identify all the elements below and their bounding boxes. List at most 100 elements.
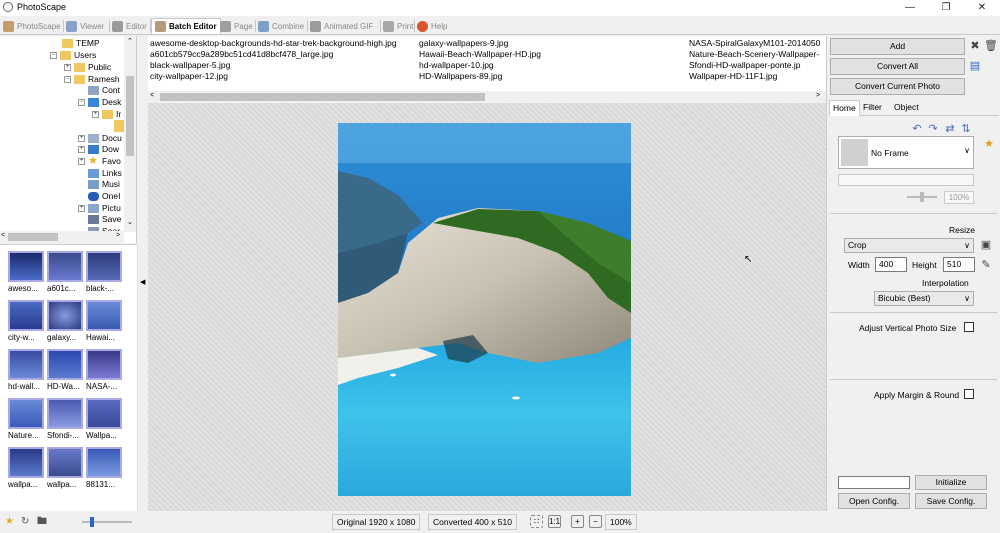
save-config-button[interactable]: Save Config. (915, 493, 987, 509)
scrollbar-thumb[interactable] (8, 233, 58, 241)
slider-knob[interactable] (920, 192, 924, 202)
tab-help[interactable]: Help (417, 18, 447, 34)
tree-item-ir[interactable]: + Ir (92, 108, 121, 120)
tab-editor[interactable]: Editor (112, 18, 147, 34)
apply-margin-checkbox[interactable] (964, 389, 974, 399)
tree-item-desktop[interactable]: − Desk (78, 96, 121, 108)
tab-filter[interactable]: Filter (860, 100, 885, 115)
tree-item-downloads[interactable]: + Dow (78, 143, 119, 155)
thumbnail-item[interactable]: galaxy... (47, 300, 85, 346)
thumbnail-item[interactable]: NASA-... (86, 349, 124, 395)
tab-viewer[interactable]: Viewer (66, 18, 104, 34)
thumbnail-item[interactable]: wallpa... (8, 447, 46, 493)
expand-icon[interactable]: + (78, 157, 85, 165)
folder-open-icon[interactable]: 🖿 (37, 516, 48, 527)
file-list-item[interactable]: Nature-Beach-Scenery-Wallpaper- (689, 49, 820, 60)
thumbnail-item[interactable]: hd-wall... (8, 349, 46, 395)
tree-item-temp[interactable]: TEMP (62, 37, 100, 49)
chevron-down-icon[interactable]: ⌄ (127, 218, 133, 226)
frame-dropdown[interactable]: No Frame ∨ (838, 136, 974, 169)
flip-vertical-icon[interactable]: ⇅ (960, 123, 972, 135)
chevron-up-icon[interactable]: ⌃ (127, 37, 133, 45)
tree-item-saved-games[interactable]: Save (88, 213, 121, 225)
resize-mode-dropdown[interactable]: Crop ∨ (844, 238, 974, 253)
tab-object[interactable]: Object (891, 100, 922, 115)
width-input[interactable]: 400 (875, 257, 907, 272)
tree-item-users[interactable]: − Users (50, 49, 96, 61)
flip-icon[interactable]: ⇄ (944, 123, 956, 135)
thumbnail-item[interactable]: HD-Wa... (47, 349, 85, 395)
close-icon[interactable]: ✕ (964, 0, 1000, 16)
file-list-item[interactable]: a601cb579cc9a289bc51cd41d8bcf478_large.j… (150, 49, 397, 60)
collapse-icon[interactable]: − (64, 75, 71, 83)
adjust-vertical-checkbox[interactable] (964, 322, 974, 332)
rotate-left-icon[interactable]: ↶ (911, 123, 923, 135)
rotate-right-icon[interactable]: ↷ (927, 123, 939, 135)
collapse-panel-icon[interactable]: ◀ (140, 278, 145, 286)
resize-options-icon[interactable]: ▣ (980, 239, 992, 251)
zoom-out-icon[interactable]: − (589, 515, 602, 528)
expand-icon[interactable]: + (78, 145, 85, 153)
tab-page[interactable]: Page (220, 18, 253, 34)
thumbnail-item[interactable]: black-... (86, 251, 124, 297)
remove-icon[interactable]: ✖ (969, 40, 981, 52)
zoom-in-icon[interactable]: + (571, 515, 584, 528)
tab-combine[interactable]: Combine (258, 18, 304, 34)
convert-current-photo-button[interactable]: Convert Current Photo (830, 78, 965, 95)
chevron-left-icon[interactable]: < (1, 232, 5, 239)
tab-home[interactable]: Home (829, 100, 860, 116)
thumbnail-item[interactable]: Nature... (8, 398, 46, 444)
preview-photo[interactable] (338, 123, 631, 496)
panel-splitter[interactable]: ◀ (137, 244, 148, 511)
tree-horizontal-scrollbar[interactable]: < > (0, 231, 124, 243)
add-button[interactable]: Add (830, 38, 965, 55)
expand-icon[interactable]: + (64, 63, 71, 71)
collapse-icon[interactable]: − (78, 98, 85, 106)
thumbnail-item[interactable]: wallpa... (47, 447, 85, 493)
tree-item-onedrive[interactable]: OneI (88, 190, 120, 202)
file-list-item[interactable]: awesome-desktop-backgrounds-hd-star-trek… (150, 38, 397, 49)
tab-print[interactable]: Print (383, 18, 413, 34)
file-list-item[interactable]: hd-wallpaper-10.jpg (419, 60, 541, 71)
tab-photoscape[interactable]: PhotoScape (3, 18, 61, 34)
file-list-item[interactable]: Hawaii-Beach-Wallpaper-HD.jpg (419, 49, 541, 60)
tree-item-favorites[interactable]: + ★ Favo (78, 155, 121, 167)
open-config-button[interactable]: Open Config. (838, 493, 910, 509)
thumbnail-item[interactable]: Hawai... (86, 300, 124, 346)
tree-vertical-scrollbar[interactable]: ⌃ ⌄ (124, 36, 136, 232)
favorite-star-icon[interactable]: ★ (983, 138, 995, 150)
file-list-item[interactable]: Wallpaper-HD-11F1.jpg (689, 71, 820, 82)
expand-icon[interactable]: + (92, 110, 99, 118)
thumbnail-item[interactable]: Sfondi-... (47, 398, 85, 444)
thumbnail-size-slider[interactable] (82, 517, 132, 527)
expand-icon[interactable]: + (78, 134, 85, 142)
fit-view-icon[interactable]: ∷ (530, 515, 543, 528)
thumbnail-item[interactable]: Wallpa... (86, 398, 124, 444)
trash-icon[interactable]: 🗑 (984, 40, 998, 52)
thumbnail-item[interactable]: 88131... (86, 447, 124, 493)
tree-item-public[interactable]: + Public (64, 61, 111, 73)
preview-canvas[interactable]: ↖ (148, 103, 826, 511)
thumbnail-item[interactable]: a601c... (47, 251, 85, 297)
convert-all-button[interactable]: Convert All (830, 58, 965, 75)
star-icon[interactable]: ★ (5, 516, 16, 527)
minimize-icon[interactable]: — (892, 0, 928, 16)
file-list-item[interactable]: Sfondi-HD-wallpaper-ponte.jp (689, 60, 820, 71)
height-input[interactable]: 510 (943, 257, 975, 272)
scrollbar-thumb[interactable] (126, 76, 134, 156)
list-icon[interactable]: ▤ (969, 60, 981, 72)
file-list-item[interactable]: HD-Wallpapers-89.jpg (419, 71, 541, 82)
tree-item-contacts[interactable]: Cont (88, 84, 120, 96)
chevron-left-icon[interactable]: < (150, 92, 154, 99)
interpolation-dropdown[interactable]: Bicubic (Best) ∨ (874, 291, 974, 306)
config-name-input[interactable] (838, 476, 910, 489)
tab-batch-editor[interactable]: Batch Editor (151, 18, 221, 34)
actual-size-icon[interactable]: 1:1 (548, 515, 561, 528)
edit-size-icon[interactable]: ✎ (980, 259, 992, 271)
scrollbar-thumb[interactable] (160, 93, 485, 101)
maximize-icon[interactable]: ❐ (928, 0, 964, 16)
thumbnail-item[interactable]: city-w... (8, 300, 46, 346)
file-list-item[interactable]: black-wallpaper-5.jpg (150, 60, 397, 71)
initialize-button[interactable]: Initialize (915, 475, 987, 490)
collapse-icon[interactable]: − (50, 51, 57, 59)
